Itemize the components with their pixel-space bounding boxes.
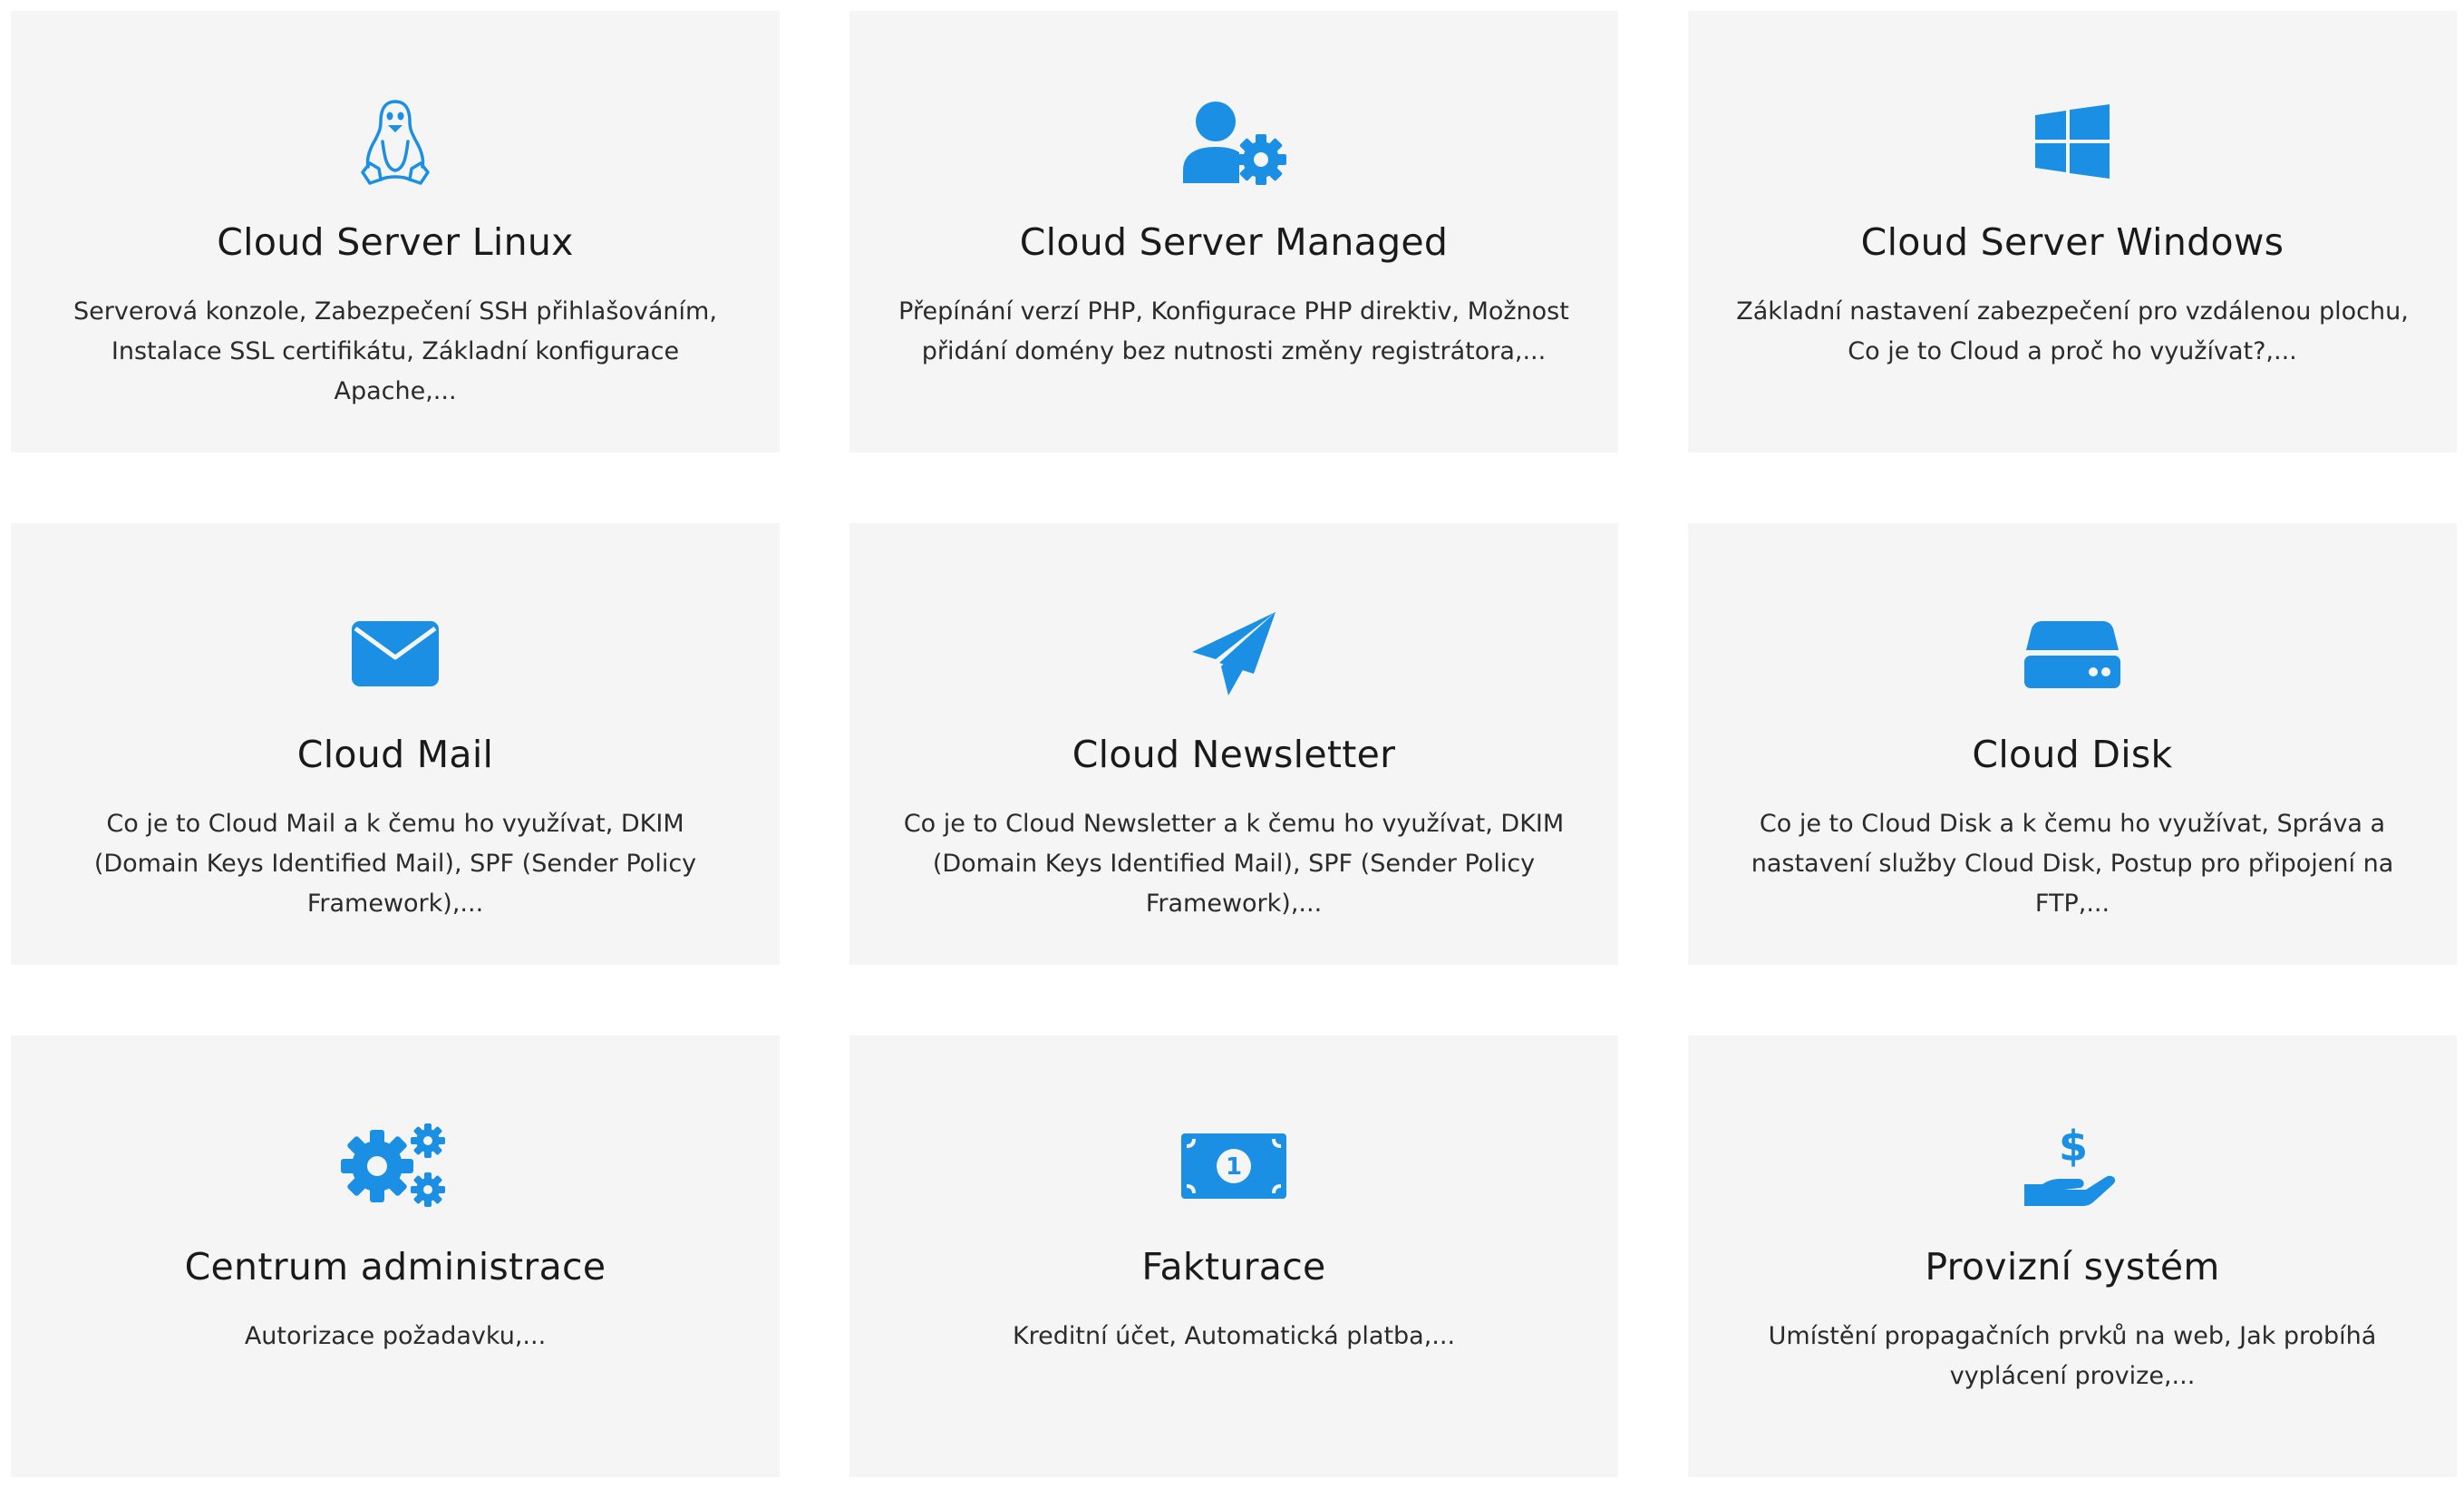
card-title: Centrum administrace	[184, 1245, 606, 1289]
windows-logo-icon	[2004, 87, 2140, 196]
card-description: Serverová konzole, Zabezpečení SSH přihl…	[73, 297, 717, 405]
card-cloud-mail[interactable]: Cloud Mail Co je to Cloud Mail a k čemu …	[11, 523, 780, 965]
svg-text:$: $	[2059, 1122, 2088, 1171]
hand-holding-dollar-icon: $	[2004, 1112, 2140, 1221]
card-title: Cloud Server Windows	[1860, 220, 2285, 264]
card-description: Kreditní účet, Automatická platba,...	[1012, 1322, 1456, 1350]
card-description: Autorizace požadavku,...	[244, 1322, 547, 1350]
card-fakturace[interactable]: 1 Fakturace Kreditní účet, Automatická p…	[849, 1036, 1618, 1477]
hard-drive-icon	[2004, 599, 2140, 708]
linux-penguin-icon	[327, 87, 463, 196]
card-cloud-newsletter[interactable]: Cloud Newsletter Co je to Cloud Newslett…	[849, 523, 1618, 965]
card-description: Co je to Cloud Disk a k čemu ho využívat…	[1751, 810, 2394, 918]
help-category-grid: Cloud Server Linux Serverová konzole, Za…	[11, 11, 2457, 1477]
money-bill-icon: 1	[1166, 1112, 1302, 1221]
card-title: Cloud Disk	[1972, 733, 2173, 776]
card-description: Co je to Cloud Newsletter a k čemu ho vy…	[903, 810, 1565, 918]
card-description: Základní nastavení zabezpečení pro vzdál…	[1736, 297, 2409, 365]
card-cloud-server-linux[interactable]: Cloud Server Linux Serverová konzole, Za…	[11, 11, 780, 452]
card-title: Fakturace	[1141, 1245, 1326, 1289]
card-cloud-server-windows[interactable]: Cloud Server Windows Základní nastavení …	[1688, 11, 2457, 452]
svg-text:1: 1	[1226, 1153, 1242, 1181]
card-centrum-administrace[interactable]: Centrum administrace Autorizace požadavk…	[11, 1036, 780, 1477]
envelope-icon	[327, 599, 463, 708]
gears-icon	[327, 1112, 463, 1221]
card-title: Provizní systém	[1925, 1245, 2220, 1289]
card-description: Přepínání verzí PHP, Konfigurace PHP dir…	[898, 297, 1569, 365]
card-title: Cloud Mail	[296, 733, 494, 776]
card-provizni-system[interactable]: $ Provizní systém Umístění propagačních …	[1688, 1036, 2457, 1477]
card-cloud-disk[interactable]: Cloud Disk Co je to Cloud Disk a k čemu …	[1688, 523, 2457, 965]
paper-plane-icon	[1166, 599, 1302, 708]
card-cloud-server-managed[interactable]: Cloud Server Managed Přepínání verzí PHP…	[849, 11, 1618, 452]
card-description: Co je to Cloud Mail a k čemu ho využívat…	[93, 810, 697, 918]
user-gear-icon	[1166, 87, 1302, 196]
card-title: Cloud Newsletter	[1072, 733, 1396, 776]
card-title: Cloud Server Managed	[1019, 220, 1449, 264]
card-title: Cloud Server Linux	[217, 220, 574, 264]
card-description: Umístění propagačních prvků na web, Jak …	[1768, 1322, 2377, 1390]
